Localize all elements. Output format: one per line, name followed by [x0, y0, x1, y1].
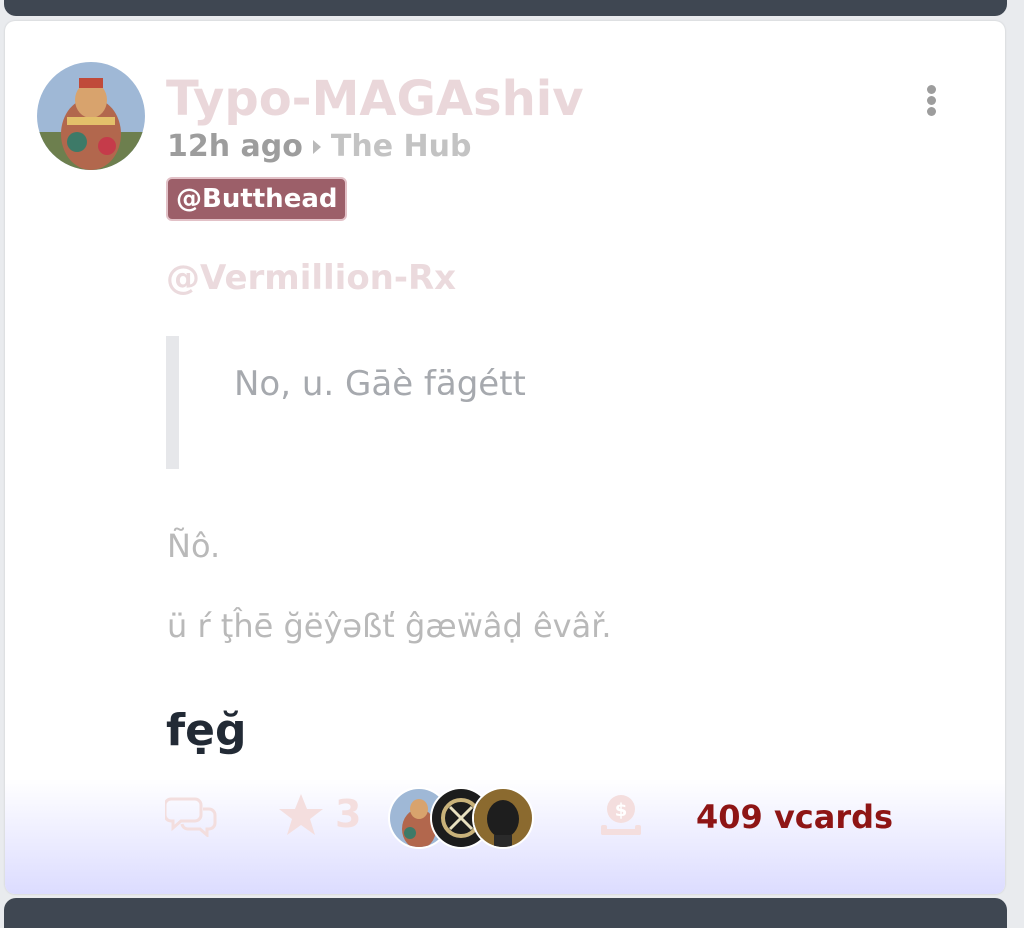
user-flair-badge: @Butthead	[166, 177, 348, 221]
post-meta: 12h ago The Hub	[167, 129, 471, 164]
svg-text:$: $	[615, 800, 628, 821]
previous-card-edge	[4, 0, 1007, 16]
community-link[interactable]: The Hub	[331, 129, 472, 164]
next-card-edge	[4, 898, 1007, 928]
post-time[interactable]: 12h ago	[167, 129, 303, 164]
star-count: 3	[335, 792, 362, 836]
body-heading: fẹğ	[166, 705, 247, 756]
comment-icon[interactable]	[163, 793, 217, 839]
post-card: Typo-MAGAshiv 12h ago The Hub @Butthead …	[5, 21, 1005, 894]
quote-bar	[166, 336, 179, 469]
more-options-icon[interactable]	[922, 85, 940, 117]
mention-link[interactable]: @Vermillion-Rx	[166, 258, 456, 298]
voter-avatars[interactable]	[388, 787, 538, 849]
voter-avatar[interactable]	[472, 787, 534, 849]
star-icon[interactable]	[277, 792, 325, 838]
coin-icon[interactable]: $	[597, 791, 645, 839]
quoted-text: No, u. Gāè fägétt	[234, 364, 526, 404]
body-paragraph: Ñô.	[167, 527, 221, 565]
author-avatar[interactable]	[37, 62, 145, 170]
vcards-count[interactable]: 409 vcards	[696, 798, 893, 836]
body-paragraph: ü ŕ ţĥē ğëŷəßť ĝæẅâḍ êvâř.	[167, 607, 612, 645]
caret-right-icon	[312, 139, 321, 154]
author-name[interactable]: Typo-MAGAshiv	[166, 71, 584, 127]
